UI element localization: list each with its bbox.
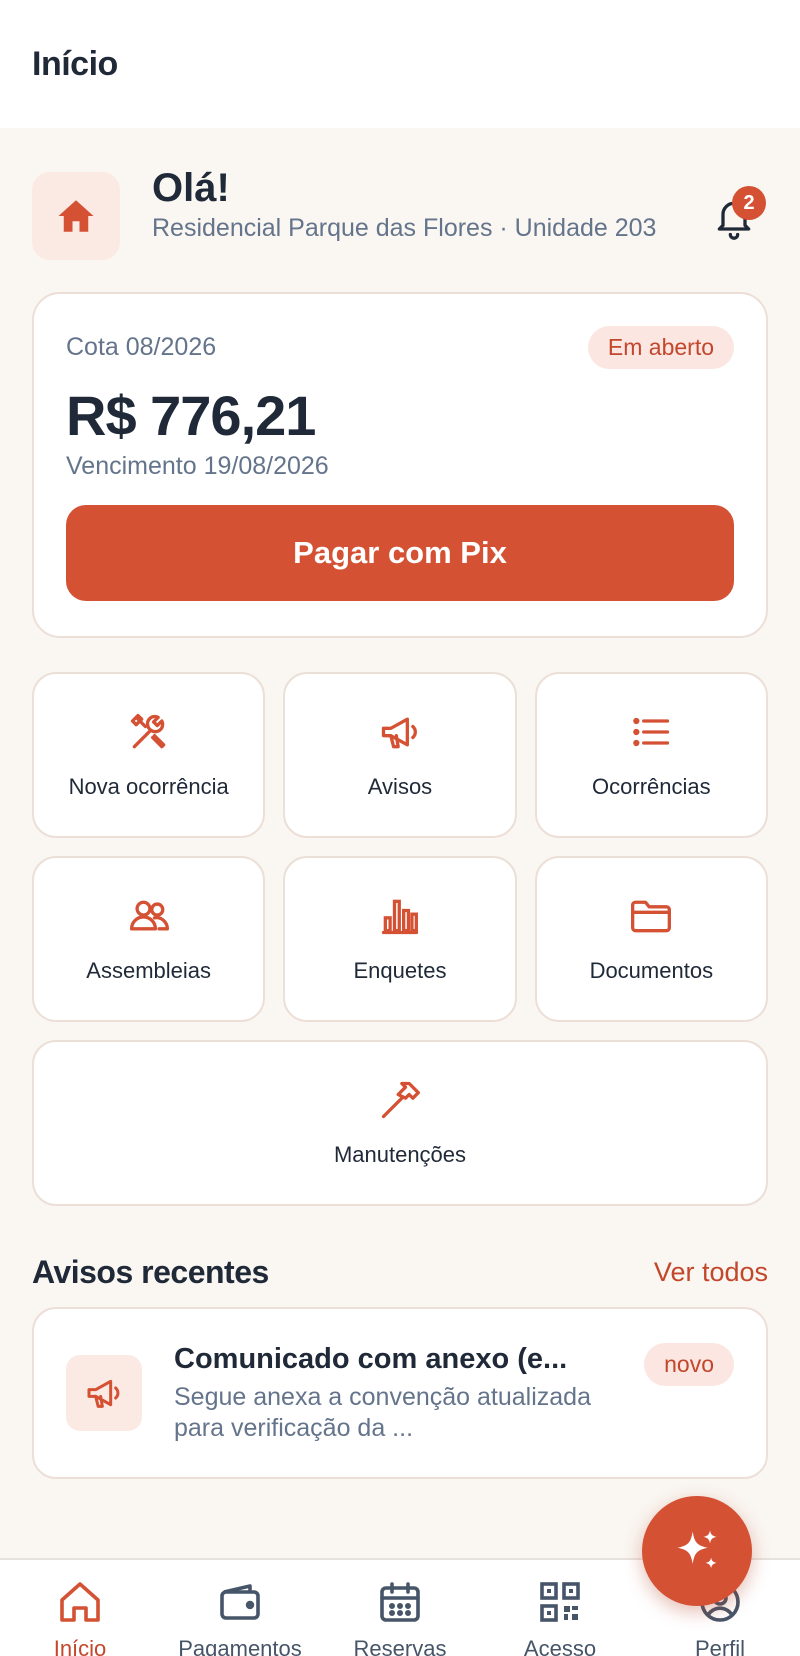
nav-item-home[interactable]: Início [0,1560,160,1656]
shortcut-label: Manutenções [333,1142,467,1167]
megaphone-icon [87,1379,120,1408]
nav-item-payments[interactable]: Pagamentos [160,1560,320,1656]
folder-icon [631,900,672,933]
shortcut-label: Nova ocorrência [68,774,229,799]
shortcut-assemblies[interactable]: Assembleias [32,856,266,1022]
qr-code-icon [540,1582,580,1622]
shortcut-polls[interactable]: Enquetes [283,856,517,1022]
new-badge: novo [644,1343,734,1386]
shortcut-notices[interactable]: Avisos [283,672,517,838]
payment-card: Cota 08/2026 Em aberto R$ 776,21 Vencime… [32,292,768,638]
notice-title: Comunicado com anexo (e... [174,1342,568,1375]
shortcut-label: Ocorrências [592,774,711,799]
nav-item-access[interactable]: Acesso [480,1560,640,1656]
shortcut-label: Enquetes [353,958,447,983]
home-icon [58,200,94,232]
assistant-fab[interactable] [642,1496,752,1606]
hammer-icon [381,1081,420,1119]
payment-header: Cota 08/2026 Em aberto [66,326,734,369]
payment-due-date: Vencimento 19/08/2026 [66,452,329,480]
shortcut-new-occurrence[interactable]: Nova ocorrência [32,672,266,838]
condo-home-badge [32,172,120,260]
greeting-subtitle: Residencial Parque das Flores · Unidade … [152,214,657,242]
notice-text: Comunicado com anexo (e... Segue anexa a… [174,1343,604,1444]
recent-notices-section: Avisos recentes Ver todos Comunicado com… [32,1254,768,1479]
page-title: Início [32,44,118,83]
tools-icon [130,713,165,749]
shortcut-occurrences[interactable]: Ocorrências [534,672,768,838]
payment-status-badge: Em aberto [587,326,734,369]
recent-notices-header: Avisos recentes Ver todos [32,1254,768,1291]
shortcut-label: Assembleias [86,958,212,983]
notice-card[interactable]: Comunicado com anexo (e... Segue anexa a… [32,1307,768,1479]
pay-with-pix-button[interactable]: Pagar com Pix [66,505,734,601]
payment-amount: R$ 776,21 [66,384,316,447]
nav-label: Pagamentos [178,1636,302,1656]
wallet-icon [220,1584,260,1620]
recent-notices-title: Avisos recentes [32,1254,269,1290]
main-content: Olá! Residencial Parque das Flores · Uni… [0,164,800,1479]
shortcut-label: Avisos [367,774,433,799]
payment-period: Cota 08/2026 [66,333,217,361]
shortcuts-grid: Nova ocorrência Avisos Ocorrências Assem… [32,672,768,1206]
calendar-icon [380,1582,420,1622]
shortcut-documents[interactable]: Documentos [534,856,768,1022]
home-icon [60,1582,100,1622]
nav-label: Acesso [523,1636,597,1656]
nav-item-reservations[interactable]: Reservas [320,1560,480,1656]
top-app-bar: Início [0,0,800,128]
notice-body: Segue anexa a convenção atualizada para … [174,1382,591,1442]
sparkle-icon [677,1530,717,1569]
list-icon [633,717,670,747]
notifications-button[interactable]: 2 [706,186,766,246]
shortcut-maintenance[interactable]: Manutenções [32,1040,768,1206]
app-root: Início Olá! Residencial Parque das Flore… [0,0,800,1656]
notification-count-badge: 2 [732,186,766,220]
shortcut-label: Documentos [589,958,714,983]
greeting-section: Olá! Residencial Parque das Flores · Uni… [32,164,768,260]
greeting-text: Olá! Residencial Parque das Flores · Uni… [152,164,672,244]
nav-label: Perfil [694,1636,746,1656]
nav-label: Reservas [353,1636,447,1656]
users-icon [129,900,169,931]
notice-icon-tile [66,1355,142,1431]
see-all-link[interactable]: Ver todos [654,1257,768,1288]
bar-chart-icon [381,899,419,935]
greeting-title: Olá! [152,166,230,210]
megaphone-icon [381,717,417,749]
nav-label: Início [53,1636,107,1656]
